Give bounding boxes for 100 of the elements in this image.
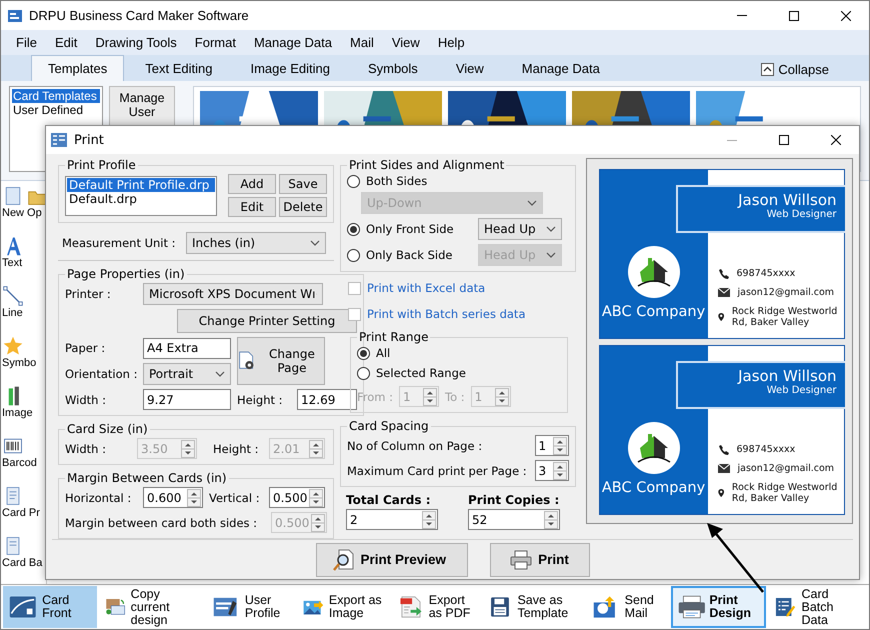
field-label: To : — [445, 390, 465, 404]
ribbon-tab[interactable]: Symbols — [350, 55, 435, 81]
input-field[interactable]: 9.27 — [143, 389, 231, 410]
list-item[interactable]: User Defined — [12, 103, 100, 117]
tool-button[interactable]: Image — [1, 381, 46, 431]
taskbar-button[interactable]: Send Mail — [587, 586, 669, 628]
tool-button[interactable]: New — [1, 181, 26, 231]
menu-item[interactable]: Manage Data — [244, 35, 342, 50]
caret-icon — [546, 252, 556, 258]
spin-field[interactable]: 0.600 — [143, 487, 203, 508]
field-label: Width : — [65, 442, 107, 456]
list-item[interactable]: Card Templates — [12, 89, 100, 103]
app-icon — [7, 8, 23, 24]
radio-label: Only Front Side — [366, 222, 455, 236]
dropdown[interactable]: Head Up — [478, 218, 562, 240]
job-title: Web Designer — [766, 209, 837, 220]
taskbar-button[interactable]: Card Front — [3, 586, 97, 628]
collapse-button[interactable]: Collapse — [761, 62, 829, 77]
menu-item[interactable]: Mail — [341, 35, 383, 50]
ribbon-tab[interactable]: Image Editing — [233, 55, 347, 81]
radio-button[interactable] — [347, 222, 360, 236]
tool-button[interactable]: Text — [1, 231, 46, 281]
caret-icon — [310, 240, 320, 246]
ribbon-tab[interactable]: Manage Data — [504, 55, 617, 81]
spinner-icon[interactable] — [187, 488, 201, 506]
taskbar-button[interactable]: Save as Template — [482, 586, 586, 628]
menu-item[interactable]: View — [382, 35, 429, 50]
checkbox[interactable] — [348, 308, 361, 320]
spin-field[interactable]: 2 — [346, 509, 438, 530]
email-address: jason12@gmail.com — [738, 463, 834, 474]
checkbox-label[interactable]: Print with Batch series data — [367, 307, 526, 321]
taskbar-button[interactable]: Print Design — [670, 586, 766, 628]
radio-label: All — [376, 346, 390, 360]
dialog-title: Print — [74, 132, 105, 148]
section-title: Page Properties (in) — [66, 267, 186, 281]
section-title: Print Range — [358, 330, 430, 344]
job-title: Web Designer — [766, 385, 837, 396]
tool-button[interactable]: Symbo — [1, 331, 46, 381]
checkbox-label[interactable]: Print with Excel data — [367, 281, 486, 295]
spin-field[interactable]: 0.500 — [269, 487, 325, 508]
ribbon-tab[interactable]: Templates — [31, 55, 124, 81]
input-field[interactable]: A4 Extra — [143, 338, 231, 358]
close-icon — [831, 135, 841, 145]
tool-button[interactable]: Barcod — [1, 431, 46, 481]
dialog-button[interactable]: Print Preview — [316, 542, 468, 576]
field-label: Margin between card both sides : — [65, 516, 258, 530]
magnifier-page-icon — [332, 548, 354, 570]
dropdown[interactable]: Inches (in) — [186, 232, 326, 254]
spinner-icon[interactable] — [552, 462, 567, 480]
menu-item[interactable]: Help — [428, 35, 474, 50]
dropdown[interactable]: Portrait — [143, 362, 231, 384]
taskbar-button[interactable]: Export as Image — [296, 586, 391, 628]
spin-field[interactable]: 3 — [534, 460, 569, 481]
menu-item[interactable]: Drawing Tools — [86, 35, 186, 50]
tool-button[interactable]: Card Pr — [1, 481, 46, 531]
menu-item[interactable]: File — [7, 35, 46, 50]
taskbar-button[interactable]: Export as PDF — [392, 586, 481, 628]
dialog-button[interactable]: Print — [490, 542, 590, 576]
menu-item[interactable]: Format — [186, 35, 245, 50]
spinner-icon[interactable] — [309, 488, 323, 506]
radio-button[interactable] — [347, 174, 360, 188]
printer-icon — [510, 550, 532, 570]
person-name: Jason Willson — [738, 191, 837, 209]
profile-button[interactable]: Edit — [228, 197, 276, 217]
maximize-icon — [789, 10, 799, 20]
profile-button[interactable]: Add — [228, 174, 276, 194]
dropdown[interactable]: Microsoft XPS Document Wı — [143, 283, 323, 305]
change-page-button[interactable]: Change Page — [237, 337, 325, 385]
caret-icon — [527, 200, 537, 206]
taskbar-button[interactable]: User Profile — [207, 586, 295, 628]
menu-item[interactable]: Edit — [46, 35, 86, 50]
phone-icon — [718, 268, 729, 279]
change-printer-button[interactable]: Change Printer Setting — [177, 309, 357, 333]
field-label: Vertical : — [209, 490, 261, 504]
list-item[interactable]: Default Print Profile.drp — [67, 178, 215, 192]
taskbar-button[interactable]: Card Batch Data — [768, 586, 867, 628]
profile-button[interactable]: Delete — [279, 197, 327, 217]
tool-button[interactable]: Card Ba — [1, 531, 46, 581]
list-item[interactable]: Default.drp — [67, 192, 215, 206]
field-label: Total Cards : — [346, 493, 432, 507]
spinner-icon[interactable] — [544, 510, 558, 528]
input-field[interactable]: 12.69 — [297, 389, 357, 410]
field-label: Width : — [65, 392, 107, 406]
radio-button[interactable] — [347, 248, 360, 262]
street-address: Rock Ridge Westworld Rd, Baker Valley — [732, 482, 838, 504]
radio-label: Both Sides — [366, 174, 428, 188]
section-title: Print Profile — [66, 158, 137, 172]
star-icon — [2, 335, 24, 357]
spinner-icon[interactable] — [552, 436, 567, 454]
spin-field[interactable]: 1 — [534, 435, 569, 456]
ribbon-tab[interactable]: View — [438, 55, 501, 81]
maximize-icon — [779, 135, 789, 145]
spinner-icon[interactable] — [422, 510, 436, 528]
taskbar-button[interactable]: Copy current design — [98, 586, 206, 628]
spin-field[interactable]: 52 — [468, 509, 560, 530]
checkbox[interactable] — [348, 282, 361, 294]
minimize-icon — [737, 15, 747, 16]
tool-button[interactable]: Line — [1, 281, 46, 331]
profile-button[interactable]: Save — [279, 174, 327, 194]
ribbon-tab[interactable]: Text Editing — [128, 55, 230, 81]
